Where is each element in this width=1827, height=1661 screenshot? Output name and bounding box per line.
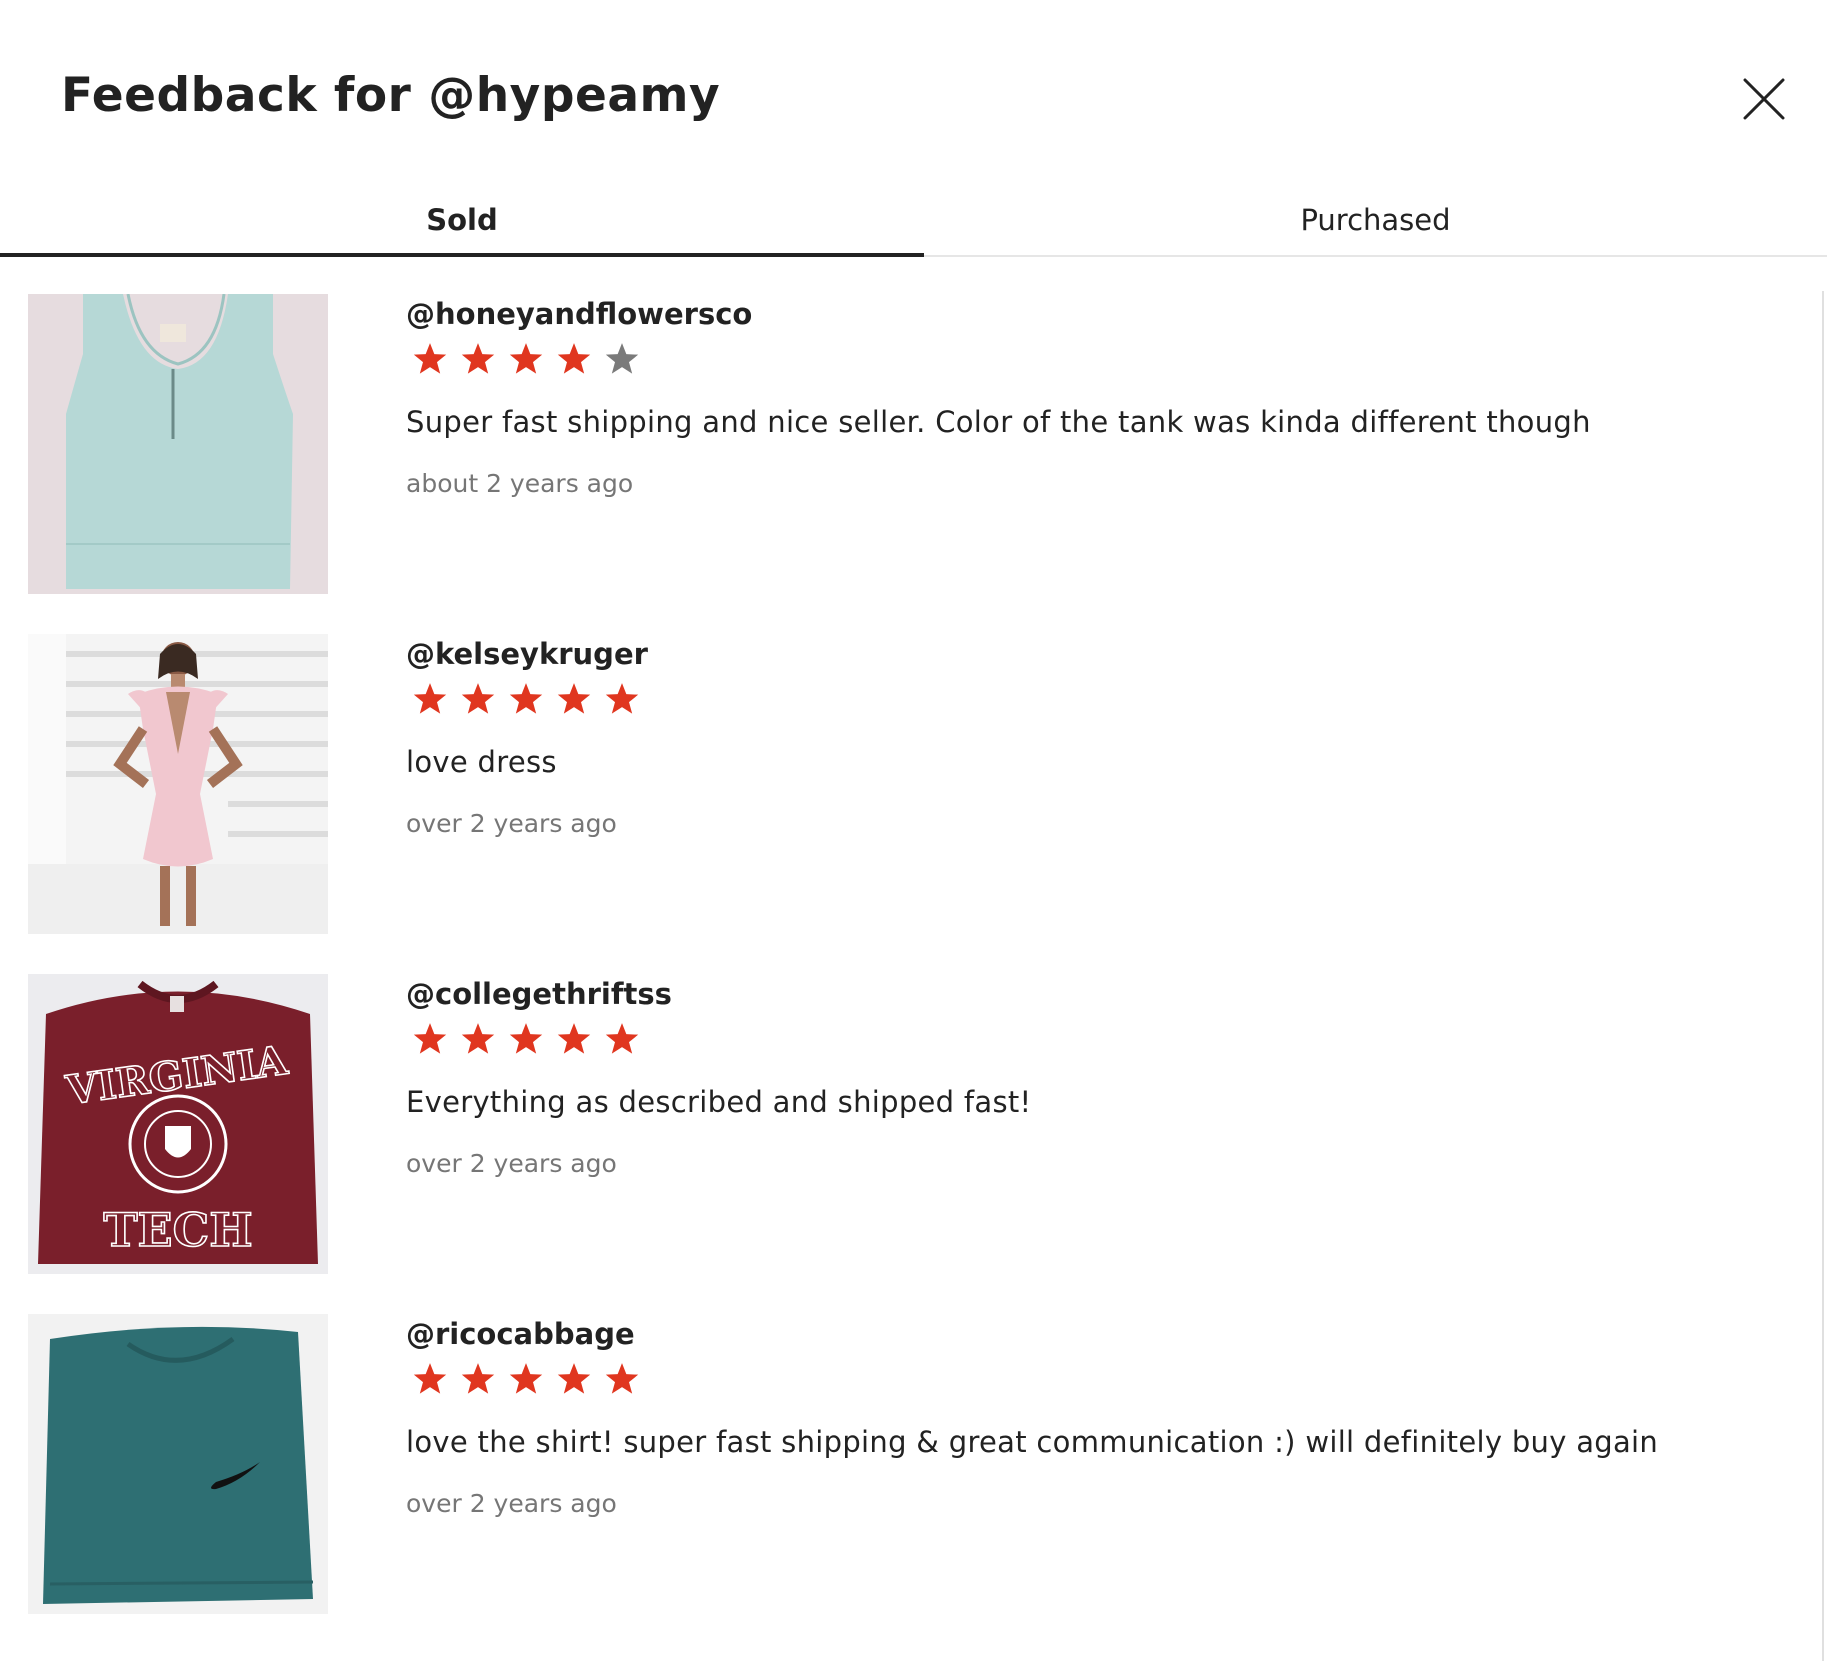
star-filled-icon xyxy=(509,683,543,714)
item-thumbnail-tank-top[interactable] xyxy=(28,294,328,594)
feedback-time: about 2 years ago xyxy=(406,469,634,498)
star-filled-icon xyxy=(557,1363,591,1394)
feedback-list: @honeyandflowersco Super fast shipping a… xyxy=(0,257,1827,1661)
item-thumbnail-sweatshirt[interactable]: VIRGINIA TECH xyxy=(28,974,328,1274)
star-filled-icon xyxy=(509,343,543,374)
feedback-comment: love dress xyxy=(406,745,557,779)
feedback-time: over 2 years ago xyxy=(406,1489,617,1518)
star-filled-icon xyxy=(557,1023,591,1054)
star-filled-icon xyxy=(509,1023,543,1054)
feedback-time: over 2 years ago xyxy=(406,809,617,838)
reviewer-username[interactable]: @honeyandflowersco xyxy=(406,297,752,331)
star-filled-icon xyxy=(461,1363,495,1394)
feedback-item: VIRGINIA TECH @collegethriftss Everythin… xyxy=(0,937,1800,1277)
feedback-comment: Super fast shipping and nice seller. Col… xyxy=(406,405,1591,439)
dress-image xyxy=(28,634,328,934)
star-filled-icon xyxy=(413,683,447,714)
star-filled-icon xyxy=(461,1023,495,1054)
star-filled-icon xyxy=(557,343,591,374)
tshirt-image xyxy=(28,1314,328,1614)
star-rating xyxy=(410,679,642,719)
tab-purchased[interactable]: Purchased xyxy=(924,195,1827,257)
reviewer-username[interactable]: @ricocabbage xyxy=(406,1317,635,1351)
feedback-comment: love the shirt! super fast shipping & gr… xyxy=(406,1425,1659,1459)
star-rating xyxy=(410,339,642,379)
star-filled-icon xyxy=(557,683,591,714)
star-filled-icon xyxy=(413,1363,447,1394)
reviewer-username[interactable]: @collegethriftss xyxy=(406,977,672,1011)
star-filled-icon xyxy=(461,683,495,714)
feedback-item: @ricocabbage love the shirt! super fast … xyxy=(0,1277,1800,1617)
star-filled-icon xyxy=(413,343,447,374)
tank-top-image xyxy=(28,294,328,594)
star-filled-icon xyxy=(605,1363,639,1394)
modal-header: Feedback for @hypeamy xyxy=(0,0,1827,175)
star-rating xyxy=(410,1019,642,1059)
scrollbar[interactable] xyxy=(1822,291,1824,1661)
star-filled-icon xyxy=(461,343,495,374)
star-filled-icon xyxy=(605,1023,639,1054)
feedback-tabs: Sold Purchased xyxy=(0,195,1827,257)
reviewer-username[interactable]: @kelseykruger xyxy=(406,637,648,671)
close-button[interactable] xyxy=(1740,75,1788,123)
sweatshirt-print-bottom: TECH xyxy=(103,1203,252,1257)
star-filled-icon xyxy=(605,683,639,714)
modal-title: Feedback for @hypeamy xyxy=(61,68,721,123)
star-filled-icon xyxy=(413,1023,447,1054)
sweatshirt-image: VIRGINIA TECH xyxy=(28,974,328,1274)
close-icon xyxy=(1743,78,1785,120)
star-empty-icon xyxy=(605,343,639,374)
star-filled-icon xyxy=(509,1363,543,1394)
tab-sold[interactable]: Sold xyxy=(0,195,924,257)
feedback-modal: Feedback for @hypeamy Sold Purchased @ho… xyxy=(0,0,1827,1661)
star-rating xyxy=(410,1359,642,1399)
feedback-comment: Everything as described and shipped fast… xyxy=(406,1085,1032,1119)
feedback-item: @kelseykruger love dress over 2 years ag… xyxy=(0,597,1800,937)
item-thumbnail-tshirt[interactable] xyxy=(28,1314,328,1614)
feedback-item: @honeyandflowersco Super fast shipping a… xyxy=(0,257,1800,597)
feedback-time: over 2 years ago xyxy=(406,1149,617,1178)
item-thumbnail-dress[interactable] xyxy=(28,634,328,934)
